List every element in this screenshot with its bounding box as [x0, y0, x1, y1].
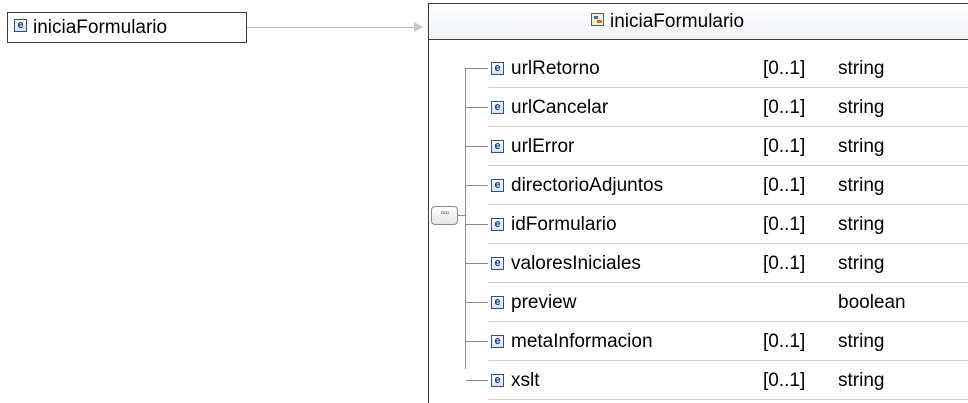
element-type: string — [838, 253, 885, 274]
element-cell[interactable]: e valoresIniciales [0..1] string — [488, 244, 968, 283]
complex-type-icon — [591, 13, 604, 27]
element-row[interactable]: e metaInformacion [0..1] string — [466, 322, 968, 361]
element-cardinality: [0..1] — [763, 58, 806, 79]
element-icon: e — [491, 62, 504, 75]
element-cell[interactable]: e urlRetorno [0..1] string — [488, 49, 968, 88]
element-cell[interactable]: e urlError [0..1] string — [488, 127, 968, 166]
element-cardinality: [0..1] — [763, 253, 806, 274]
element-name: urlCancelar — [511, 97, 609, 118]
branch-line — [466, 263, 488, 264]
connector-arrow-icon — [414, 22, 423, 32]
element-icon: e — [491, 179, 504, 192]
branch-line — [466, 341, 488, 342]
element-icon: e — [491, 335, 504, 348]
branch-line — [466, 185, 488, 186]
sequence-compositor-icon[interactable]: ▫▫▫ — [431, 206, 458, 225]
element-type: string — [838, 97, 885, 118]
element-cardinality: [0..1] — [763, 331, 806, 352]
element-cardinality: [0..1] — [763, 175, 806, 196]
element-row[interactable]: e idFormulario [0..1] string — [466, 205, 968, 244]
element-name: preview — [511, 292, 577, 313]
element-name: urlRetorno — [511, 58, 600, 79]
element-cell[interactable]: e idFormulario [0..1] string — [488, 205, 968, 244]
element-name: idFormulario — [511, 214, 617, 235]
branch-line — [466, 107, 488, 108]
element-name: directorioAdjuntos — [511, 175, 664, 196]
element-name: valoresIniciales — [511, 253, 641, 274]
complex-type-name: iniciaFormulario — [610, 11, 745, 32]
element-type: string — [838, 370, 885, 391]
element-cell[interactable]: e preview boolean — [488, 283, 968, 322]
element-cell[interactable]: e metaInformacion [0..1] string — [488, 322, 968, 361]
element-row[interactable]: e preview boolean — [466, 283, 968, 322]
element-row[interactable]: e directorioAdjuntos [0..1] string — [466, 166, 968, 205]
root-element-node[interactable]: e iniciaFormulario — [7, 12, 247, 43]
element-icon: e — [491, 101, 504, 114]
element-type: string — [838, 136, 885, 157]
element-icon: e — [491, 218, 504, 231]
element-cardinality: [0..1] — [763, 370, 806, 391]
branch-line — [466, 302, 488, 303]
element-type: string — [838, 331, 885, 352]
element-cardinality: [0..1] — [763, 214, 806, 235]
element-cell[interactable]: e urlCancelar [0..1] string — [488, 88, 968, 127]
element-icon: e — [14, 19, 27, 33]
element-type: string — [838, 175, 885, 196]
element-row[interactable]: e urlRetorno [0..1] string — [466, 49, 968, 88]
element-type: boolean — [838, 292, 906, 313]
element-icon: e — [491, 374, 504, 387]
element-icon: e — [491, 140, 504, 153]
element-name: urlError — [511, 136, 575, 157]
branch-line — [466, 380, 488, 381]
element-cardinality: [0..1] — [763, 136, 806, 157]
element-cell[interactable]: e directorioAdjuntos [0..1] string — [488, 166, 968, 205]
element-row[interactable]: e valoresIniciales [0..1] string — [466, 244, 968, 283]
element-icon: e — [491, 257, 504, 270]
element-row[interactable]: e urlError [0..1] string — [466, 127, 968, 166]
element-icon: e — [491, 296, 504, 309]
element-name: xslt — [511, 370, 540, 391]
element-row[interactable]: e urlCancelar [0..1] string — [466, 88, 968, 127]
type-connector-line — [247, 27, 417, 28]
branch-line — [466, 146, 488, 147]
branch-line — [466, 224, 488, 225]
sequence-connector-line — [458, 215, 465, 216]
element-type: string — [838, 214, 885, 235]
element-cardinality: [0..1] — [763, 97, 806, 118]
root-element-name: iniciaFormulario — [33, 17, 168, 38]
complex-type-header[interactable]: iniciaFormulario — [429, 4, 968, 40]
element-type: string — [838, 58, 885, 79]
element-row[interactable]: e xslt [0..1] string — [466, 361, 968, 400]
element-cell[interactable]: e xslt [0..1] string — [488, 361, 968, 400]
element-name: metaInformacion — [511, 331, 653, 352]
branch-line — [466, 68, 488, 69]
